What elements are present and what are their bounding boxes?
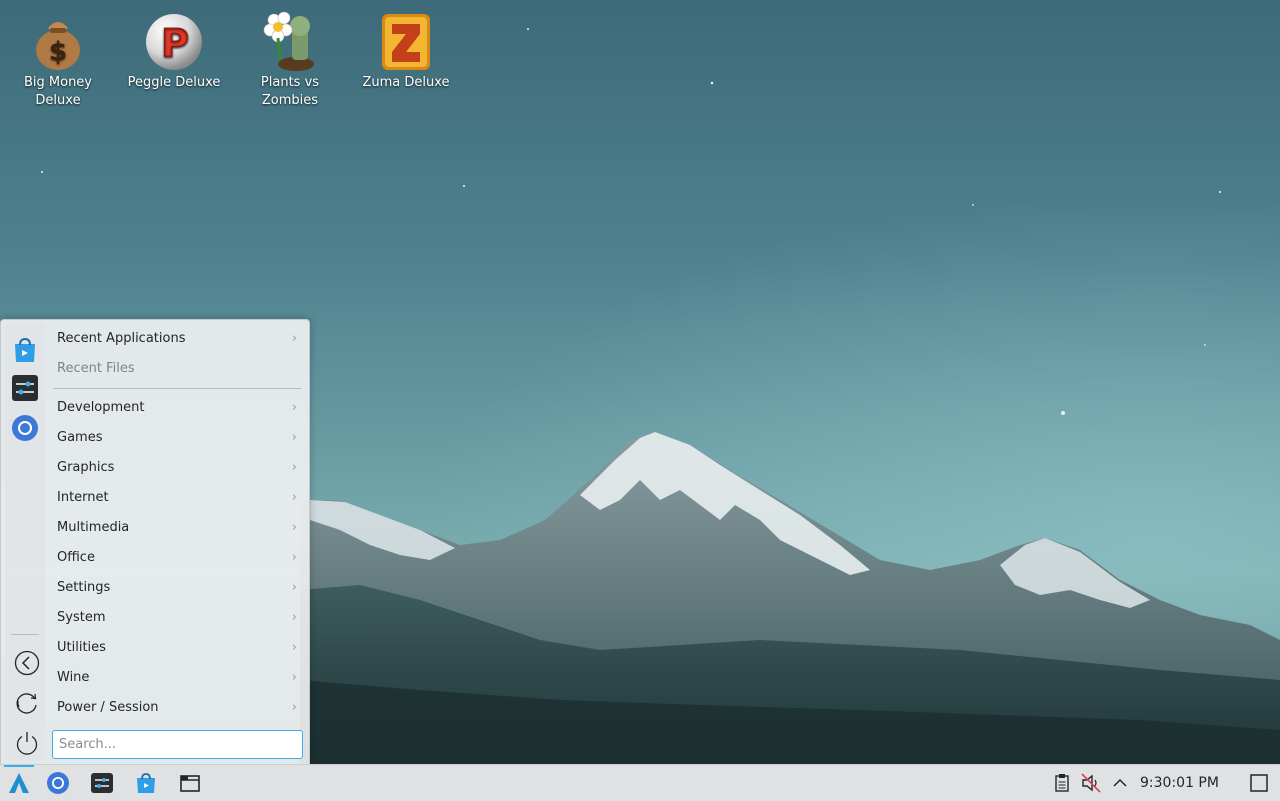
power-icon[interactable] (14, 730, 40, 756)
menu-item-office[interactable]: Office › (49, 543, 305, 573)
chevron-right-icon: › (291, 670, 297, 685)
clipboard-icon[interactable] (1049, 770, 1075, 796)
menu-item-label: Graphics (57, 460, 115, 475)
back-icon[interactable] (14, 650, 40, 676)
clock[interactable]: 9:30:01 PM (1140, 765, 1219, 801)
chevron-right-icon: › (291, 331, 297, 346)
chevron-up-icon[interactable] (1107, 770, 1133, 796)
menu-item-label: Development (57, 400, 145, 415)
menu-divider (53, 388, 301, 389)
menu-item-label: Internet (57, 490, 109, 505)
chevron-right-icon: › (291, 460, 297, 475)
menu-categories: Recent Applications › Recent Files Devel… (49, 324, 305, 723)
menu-item-recent-files[interactable]: Recent Files (49, 354, 305, 384)
desktop-icon-zuma[interactable]: Zuma Deluxe (356, 2, 456, 92)
desktop-icon-label: Peggle Deluxe (127, 75, 221, 90)
system-settings-icon[interactable] (11, 374, 39, 402)
discover-store-icon[interactable] (11, 336, 39, 364)
money-bag-icon: $ (28, 8, 88, 72)
menu-item-recent-applications[interactable]: Recent Applications › (49, 324, 305, 354)
discover-store-icon[interactable] (133, 770, 159, 796)
svg-text:$: $ (49, 37, 67, 67)
desktop-icon-peggle[interactable]: P Peggle Deluxe (124, 2, 224, 92)
menu-item-utilities[interactable]: Utilities › (49, 633, 305, 663)
chromium-icon[interactable] (11, 414, 39, 442)
favorites-sidebar (5, 324, 45, 761)
menu-item-system[interactable]: System › (49, 603, 305, 633)
menu-item-settings[interactable]: Settings › (49, 573, 305, 603)
chevron-right-icon: › (291, 700, 297, 715)
chevron-right-icon: › (291, 400, 297, 415)
system-settings-icon[interactable] (89, 770, 115, 796)
volume-muted-icon[interactable] (1078, 770, 1104, 796)
menu-item-wine[interactable]: Wine › (49, 663, 305, 693)
chromium-icon[interactable] (45, 770, 71, 796)
chevron-right-icon: › (291, 520, 297, 535)
chevron-right-icon: › (291, 610, 297, 625)
search-input[interactable] (52, 730, 303, 759)
plants-vs-zombies-icon (260, 8, 320, 72)
desktop-icon-label: Zuma Deluxe (362, 75, 450, 90)
menu-item-label: Wine (57, 670, 90, 685)
menu-item-multimedia[interactable]: Multimedia › (49, 513, 305, 543)
menu-item-label: Recent Files (57, 361, 135, 376)
show-desktop-icon[interactable] (1246, 770, 1272, 796)
desktop-icon-big-money[interactable]: $ Big Money Deluxe (8, 2, 108, 110)
chevron-right-icon: › (291, 550, 297, 565)
menu-item-power-session[interactable]: Power / Session › (49, 693, 305, 723)
menu-item-internet[interactable]: Internet › (49, 483, 305, 513)
menu-item-label: Utilities (57, 640, 106, 655)
menu-item-graphics[interactable]: Graphics › (49, 453, 305, 483)
favorites-divider (11, 634, 39, 635)
menu-item-label: Settings (57, 580, 111, 595)
svg-text:P: P (161, 21, 189, 65)
menu-item-label: Power / Session (57, 700, 159, 715)
desktop-icon-label: Plants vs Zombies (260, 75, 320, 108)
chevron-right-icon: › (291, 430, 297, 445)
app-launcher-icon[interactable] (6, 770, 32, 796)
menu-item-development[interactable]: Development › (49, 393, 305, 423)
launcher-active-indicator (4, 765, 34, 767)
menu-item-games[interactable]: Games › (49, 423, 305, 453)
menu-item-label: Games (57, 430, 103, 445)
restart-icon[interactable] (14, 690, 40, 716)
peggle-ball-icon: P (144, 8, 204, 72)
zuma-icon (376, 8, 436, 72)
desktop-icon-plants-vs-zombies[interactable]: Plants vs Zombies (240, 2, 340, 110)
desktop-icon-label: Big Money Deluxe (23, 75, 92, 108)
application-launcher-menu: Recent Applications › Recent Files Devel… (0, 319, 310, 765)
taskbar: 9:30:01 PM (0, 764, 1280, 801)
menu-item-label: Multimedia (57, 520, 130, 535)
menu-item-label: Recent Applications (57, 331, 186, 346)
chevron-right-icon: › (291, 580, 297, 595)
file-manager-icon[interactable] (177, 770, 203, 796)
menu-item-label: Office (57, 550, 95, 565)
chevron-right-icon: › (291, 640, 297, 655)
menu-item-label: System (57, 610, 106, 625)
chevron-right-icon: › (291, 490, 297, 505)
